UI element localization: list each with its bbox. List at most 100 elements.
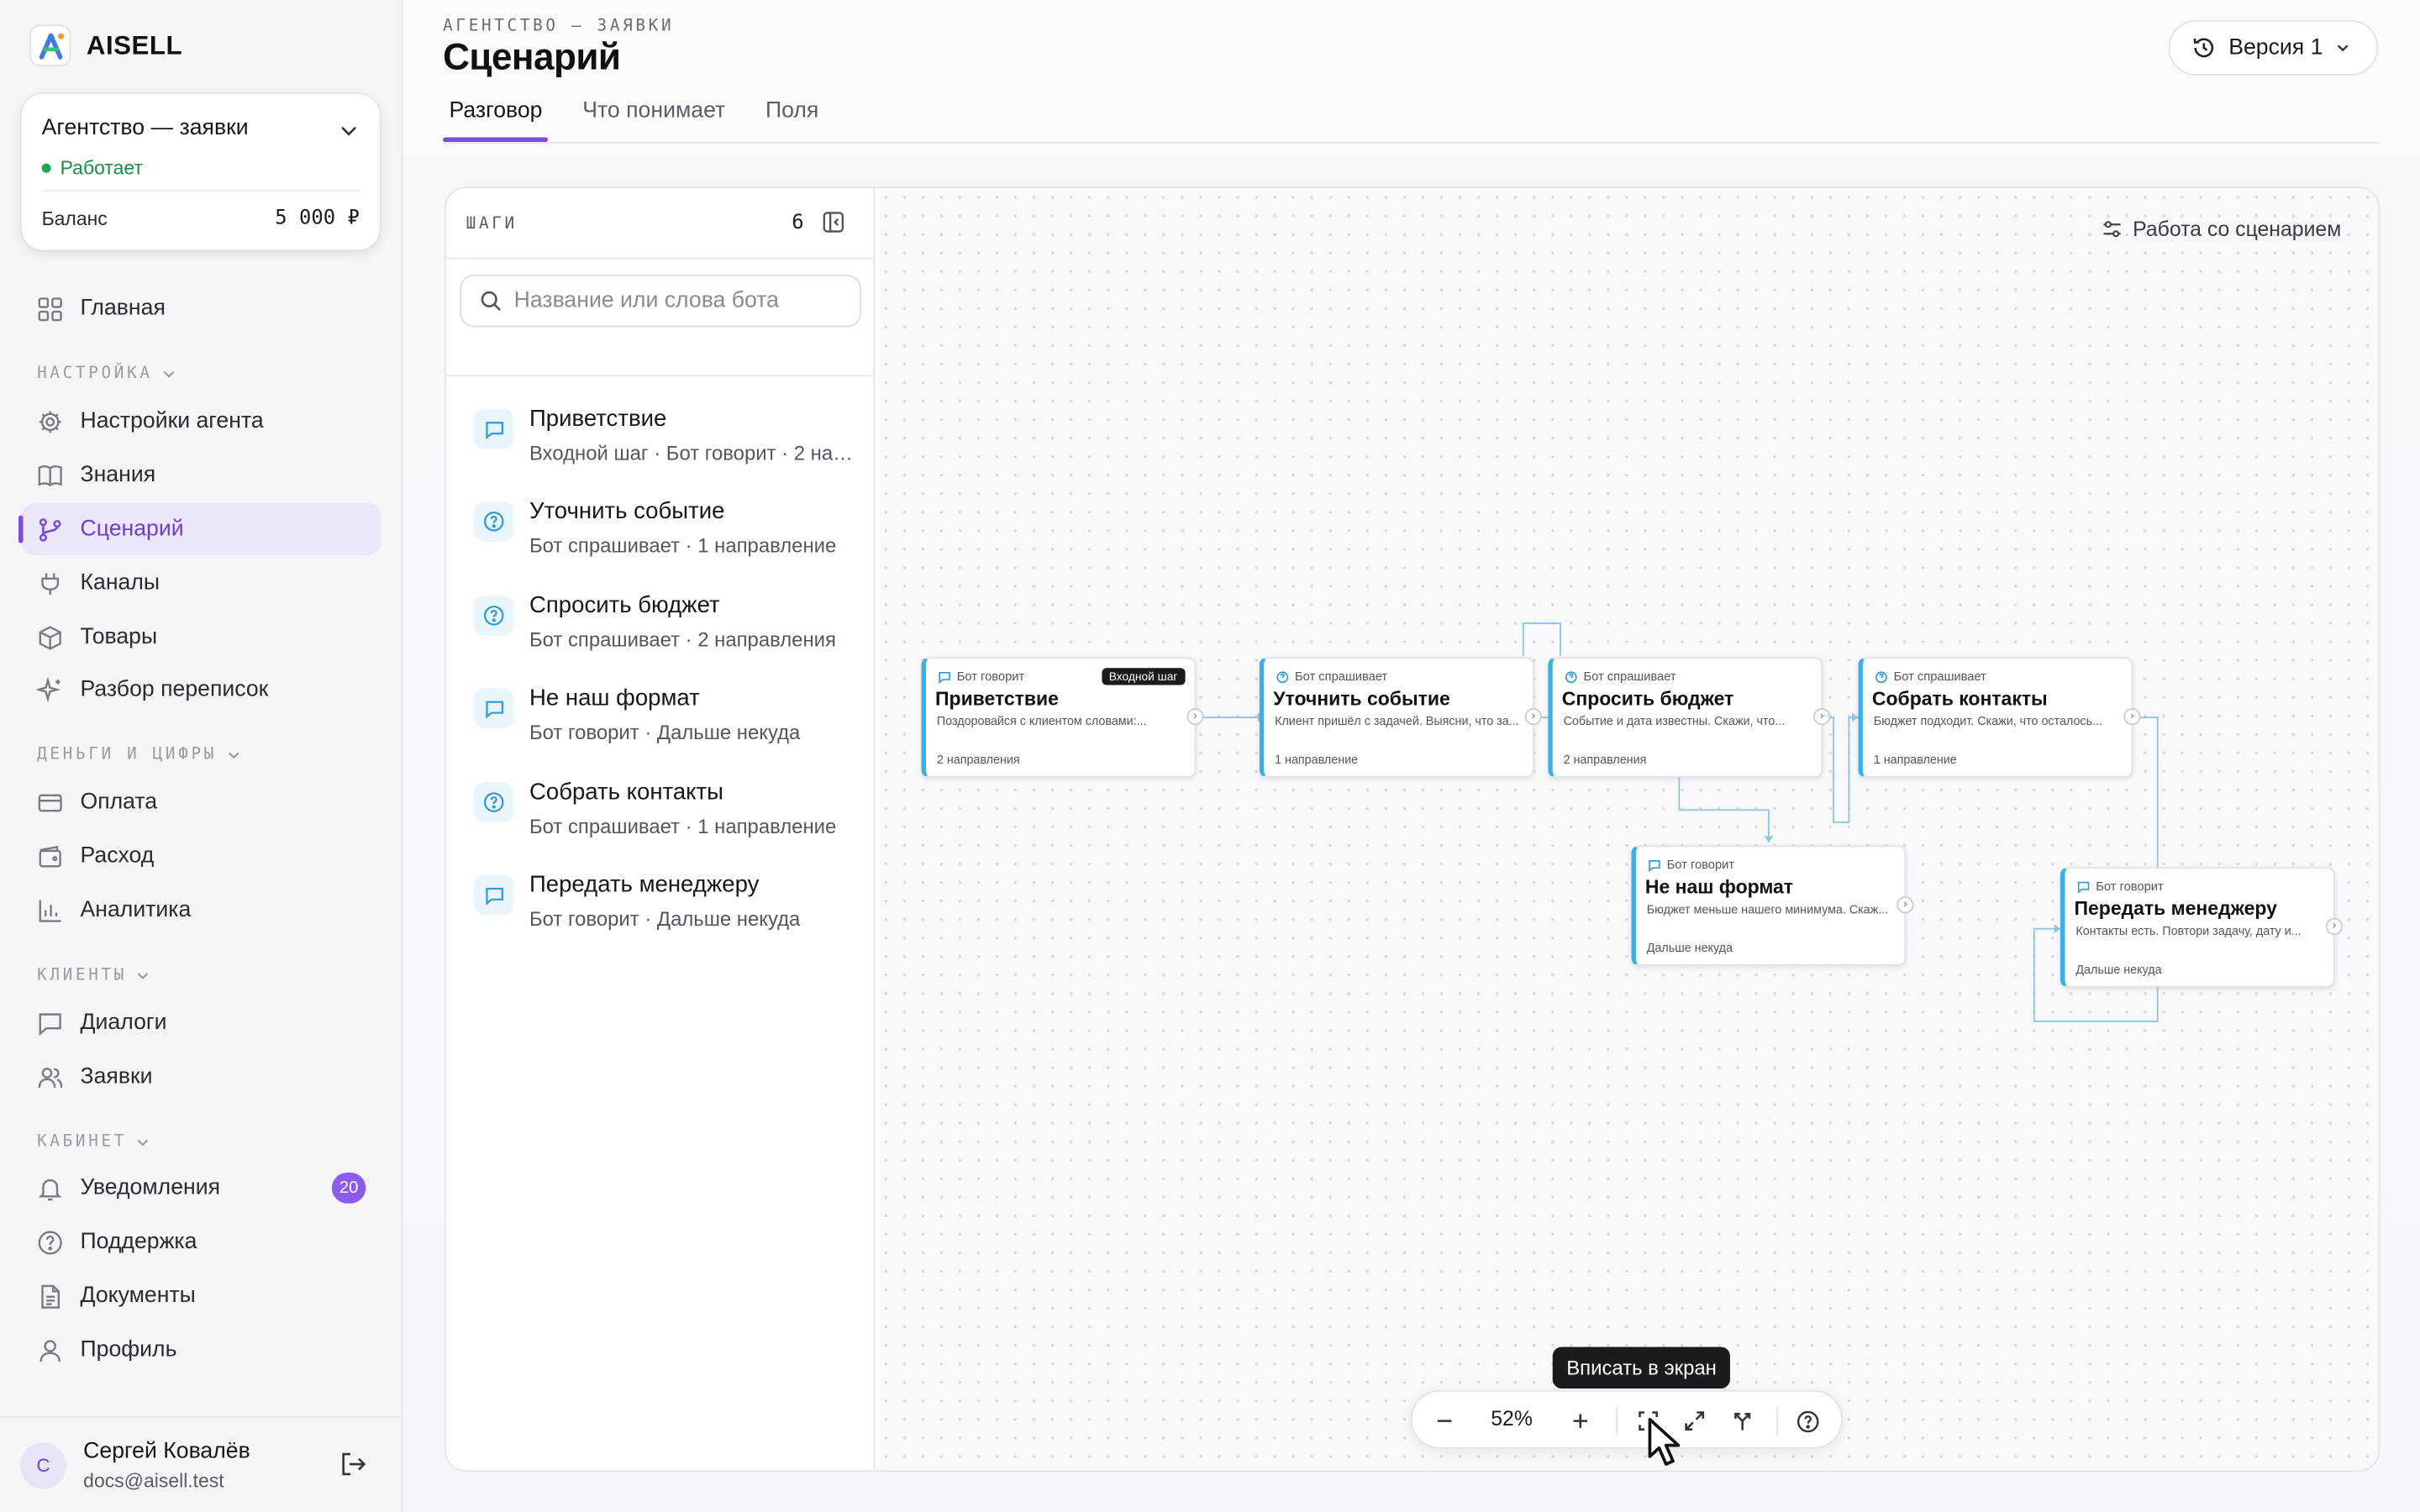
section-setup[interactable]: НАСТРОЙКА (37, 364, 176, 383)
node-text: Поздоровайся с клиентом словами:... (936, 714, 1147, 728)
nav-item-scenario[interactable]: Сценарий (18, 502, 381, 556)
flow-node-ask-budget[interactable]: Бот спрашивает Спросить бюджет Событие и… (1548, 657, 1831, 778)
flow-node-not-our-format[interactable]: Бот говорит Не наш формат Бюджет меньше … (1631, 845, 1914, 966)
nav-item-profile[interactable]: Профиль (22, 1324, 381, 1376)
agent-switcher[interactable]: Агентство — заявки Работает Баланс 5 000… (21, 94, 380, 250)
nav-item-agent-settings[interactable]: Настройки агента (22, 395, 381, 447)
step-item[interactable]: Собрать контакты Бот спрашивает · 1 напр… (473, 780, 860, 860)
chat-icon (2077, 880, 2090, 893)
step-item[interactable]: Уточнить событие Бот спрашивает · 1 напр… (473, 498, 860, 579)
nav-item-payment[interactable]: Оплата (22, 776, 381, 828)
step-search[interactable] (460, 274, 861, 328)
chevron-down-icon[interactable] (339, 120, 358, 148)
collapse-panel-icon[interactable] (823, 212, 844, 241)
nav-label: Уведомления (80, 1175, 221, 1200)
nav-label: Оплата (80, 790, 158, 815)
node-output-port[interactable]: › (2325, 917, 2344, 936)
node-output-port[interactable]: › (1524, 708, 1542, 726)
dashboard-icon (38, 297, 62, 321)
nav-label: Знания (80, 463, 156, 488)
nav-item-documents[interactable]: Документы (22, 1270, 381, 1322)
auto-layout-button[interactable] (1727, 1405, 1758, 1436)
step-item[interactable]: Спросить бюджет Бот спрашивает · 2 напра… (473, 592, 860, 673)
node-kind: Бот спрашивает (1276, 669, 1387, 684)
agent-status-text: Работает (60, 157, 143, 180)
tab-understands[interactable]: Что понимает (576, 87, 732, 142)
wallet-icon (39, 844, 61, 867)
flow-node-collect-contacts[interactable]: Бот спрашивает Собрать контакты Бюджет п… (1858, 657, 2141, 778)
sparkle-icon (37, 676, 61, 702)
sidebar: AISELL Агентство — заявки Работает Балан… (0, 0, 403, 1512)
node-output-port[interactable]: › (1186, 708, 1204, 726)
minus-icon (1437, 1420, 1452, 1422)
step-item[interactable]: Передать менеджеру Бот говорит · Дальше … (473, 872, 860, 953)
step-subtitle: Бот говорит · Дальше некуда (529, 720, 801, 744)
tab-fields[interactable]: Поля (760, 87, 825, 142)
section-clients-label: КЛИЕНТЫ (37, 965, 128, 984)
step-title: Приветствие (529, 406, 667, 433)
section-cabinet[interactable]: КАБИНЕТ (37, 1132, 150, 1151)
flow-canvas[interactable]: Работа со сценарием Бот говорит Входной … (876, 188, 2379, 1471)
nav-item-support[interactable]: Поддержка (22, 1215, 381, 1268)
steps-count: 6 (792, 211, 804, 235)
zoom-in-button[interactable] (1565, 1405, 1596, 1436)
zoom-out-button[interactable] (1429, 1405, 1460, 1436)
nav-item-requests[interactable]: Заявки (22, 1051, 381, 1103)
section-clients[interactable]: КЛИЕНТЫ (37, 966, 150, 984)
nav-item-notifications[interactable]: Уведомления 20 (22, 1162, 381, 1214)
bar-chart-icon (39, 899, 61, 921)
bell-icon (38, 1178, 62, 1200)
section-money[interactable]: ДЕНЬГИ И ЦИФРЫ (37, 745, 240, 764)
plus-icon (1573, 1414, 1588, 1428)
section-setup-label: НАСТРОЙКА (37, 364, 153, 383)
user-email: docs@aisell.test (83, 1470, 224, 1493)
scenario-panel: ШАГИ 6 Приветствие Входной шаг · Бот гов… (444, 186, 2381, 1473)
nav-item-home[interactable]: Главная (22, 282, 381, 334)
node-kind: Бот говорит (2077, 879, 2164, 893)
nav-label: Настройки агента (80, 408, 264, 434)
gear-icon (39, 410, 61, 433)
chevron-down-icon (138, 972, 149, 979)
tabs: Разговор Что понимает Поля (443, 87, 853, 142)
node-output-port[interactable]: › (2123, 708, 2141, 726)
step-item[interactable]: Не наш формат Бот говорит · Дальше некуд… (473, 685, 860, 765)
node-kind: Бот спрашивает (1876, 669, 1986, 684)
node-text: Контакты есть. Повтори задачу, дату и... (2075, 924, 2302, 938)
brand[interactable]: AISELL (29, 24, 182, 66)
section-cabinet-label: КАБИНЕТ (37, 1132, 128, 1152)
nav-item-products[interactable]: Товары (22, 611, 381, 663)
flow-node-greeting[interactable]: Бот говорит Входной шаг Приветствие Позд… (921, 657, 1204, 778)
chevron-down-icon (228, 751, 239, 759)
nav-label: Документы (80, 1284, 196, 1309)
node-footer: 2 направления (1563, 753, 1647, 767)
nav-item-knowledge[interactable]: Знания (22, 449, 381, 501)
flow-node-clarify-event[interactable]: Бот спрашивает Уточнить событие Клиент п… (1259, 657, 1542, 778)
avatar[interactable]: С (19, 1442, 66, 1489)
step-item[interactable]: Приветствие Входной шаг · Бот говорит · … (473, 406, 860, 486)
nav-item-chat-review[interactable]: Разбор переписок (22, 664, 381, 716)
nav-item-analytics[interactable]: Аналитика (22, 884, 381, 936)
step-search-input[interactable] (513, 288, 839, 313)
tab-conversation[interactable]: Разговор (443, 87, 550, 142)
canvas-toolbar: 52% (1410, 1389, 1844, 1449)
version-button[interactable]: Версия 1 (2168, 19, 2379, 76)
node-footer: 1 направление (1275, 753, 1359, 767)
zoom-level: 52% (1491, 1407, 1533, 1431)
help-button[interactable] (1791, 1405, 1823, 1436)
nav-item-expense[interactable]: Расход (22, 830, 381, 882)
flow-connectors (1202, 622, 2159, 1022)
agent-status: Работает (41, 157, 143, 180)
nav-item-dialogs[interactable]: Диалоги (22, 997, 381, 1049)
logout-icon[interactable] (339, 1450, 367, 1485)
node-output-port[interactable]: › (1897, 896, 1914, 914)
brand-logo-icon (29, 24, 71, 66)
users-icon (38, 1067, 63, 1088)
expand-icon (1685, 1411, 1705, 1431)
divider (41, 189, 360, 192)
flow-node-handoff-manager[interactable]: Бот говорит Передать менеджеру Контакты … (2060, 867, 2344, 988)
nav-item-channels[interactable]: Каналы (22, 557, 381, 609)
user-icon (39, 1339, 60, 1362)
section-money-label: ДЕНЬГИ И ЦИФРЫ (37, 745, 218, 764)
tabs-divider (443, 141, 2381, 144)
node-output-port[interactable]: › (1813, 708, 1831, 726)
